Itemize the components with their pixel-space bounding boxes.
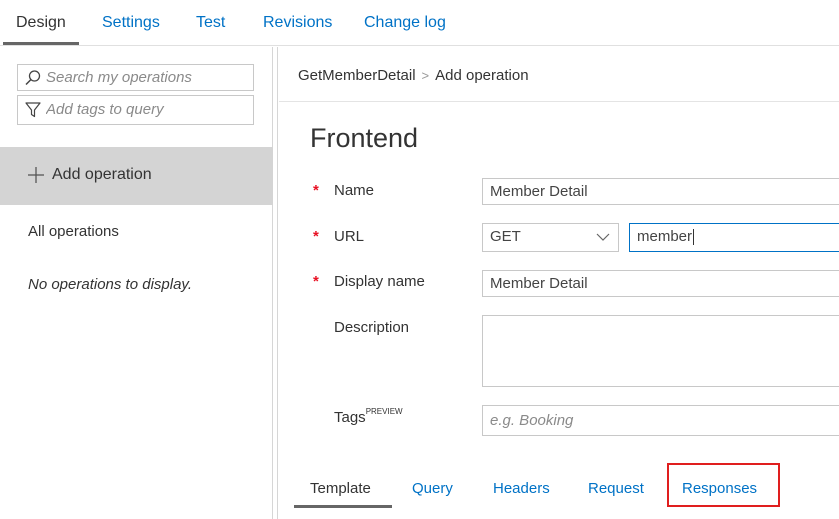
http-method-select[interactable]: GET bbox=[482, 223, 619, 252]
search-operations-input[interactable] bbox=[46, 67, 250, 88]
add-operation-label: Add operation bbox=[52, 166, 152, 183]
breadcrumb-parent[interactable]: GetMemberDetail bbox=[298, 67, 416, 84]
name-label: Name bbox=[334, 182, 375, 199]
required-marker: * bbox=[313, 228, 319, 245]
all-operations-item[interactable]: All operations bbox=[28, 223, 119, 240]
tab-request[interactable]: Request bbox=[588, 480, 644, 497]
required-marker: * bbox=[313, 273, 319, 290]
plus-icon bbox=[28, 167, 44, 183]
responses-highlight-box bbox=[667, 463, 780, 507]
breadcrumb: GetMemberDetail > Add operation bbox=[298, 67, 529, 84]
tags-label: TagsPREVIEW bbox=[334, 407, 403, 426]
name-input[interactable]: Member Detail bbox=[482, 178, 839, 205]
url-template-value: member bbox=[637, 228, 693, 245]
tags-input[interactable]: e.g. Booking bbox=[482, 405, 839, 436]
preview-badge: PREVIEW bbox=[365, 407, 403, 416]
add-operation-button[interactable]: Add operation bbox=[0, 147, 273, 205]
description-label: Description bbox=[334, 319, 410, 336]
chevron-down-icon bbox=[596, 233, 610, 241]
top-tab-bar: Design Settings Test Revisions Change lo… bbox=[0, 0, 839, 46]
tab-change-log[interactable]: Change log bbox=[364, 14, 446, 32]
tab-revisions[interactable]: Revisions bbox=[263, 14, 332, 32]
url-template-input[interactable]: member bbox=[629, 223, 839, 252]
operations-sidebar: Add operation All operations No operatio… bbox=[0, 47, 273, 519]
breadcrumb-separator: > bbox=[421, 68, 430, 83]
page-title: Frontend bbox=[310, 123, 419, 153]
display-name-input[interactable]: Member Detail bbox=[482, 270, 839, 297]
url-label: URL bbox=[334, 228, 365, 245]
tab-design[interactable]: Design bbox=[16, 14, 66, 32]
tab-query[interactable]: Query bbox=[412, 480, 453, 497]
filter-icon bbox=[25, 102, 41, 118]
search-icon bbox=[25, 70, 41, 86]
tags-query-input[interactable] bbox=[46, 99, 250, 120]
text-cursor bbox=[693, 229, 695, 246]
search-operations-box[interactable] bbox=[17, 64, 254, 91]
required-marker: * bbox=[313, 182, 319, 199]
http-method-value: GET bbox=[490, 228, 521, 245]
empty-operations-message: No operations to display. bbox=[28, 276, 192, 293]
tags-label-text: Tags bbox=[334, 409, 366, 426]
active-bottom-tab-indicator bbox=[294, 505, 392, 508]
panel-divider bbox=[277, 47, 278, 519]
tags-query-box[interactable] bbox=[17, 95, 254, 125]
breadcrumb-current: Add operation bbox=[435, 67, 529, 84]
tab-test[interactable]: Test bbox=[196, 14, 225, 32]
display-name-label: Display name bbox=[334, 273, 425, 290]
breadcrumb-divider bbox=[279, 101, 839, 102]
active-tab-indicator bbox=[3, 42, 79, 45]
description-textarea[interactable] bbox=[482, 315, 839, 387]
tab-settings[interactable]: Settings bbox=[102, 14, 160, 32]
tab-template[interactable]: Template bbox=[310, 480, 371, 497]
tab-headers[interactable]: Headers bbox=[493, 480, 550, 497]
